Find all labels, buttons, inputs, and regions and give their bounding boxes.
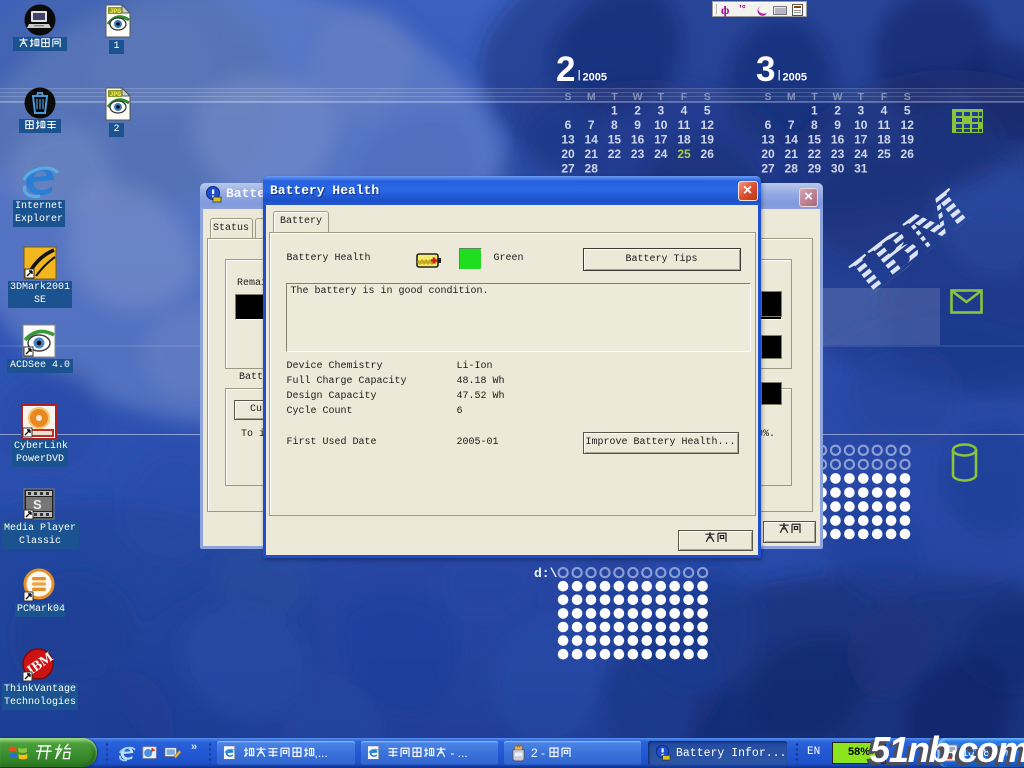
svg-text:S: S: [904, 91, 911, 103]
svg-text:20: 20: [761, 147, 775, 161]
svg-text:27: 27: [561, 162, 575, 176]
svg-text:13: 13: [561, 133, 575, 147]
svg-text:17: 17: [654, 133, 668, 147]
svg-text:6: 6: [765, 118, 772, 132]
svg-text:25: 25: [877, 147, 891, 161]
svg-text:10: 10: [654, 118, 668, 132]
svg-text:T: T: [811, 91, 818, 103]
svg-text:20: 20: [561, 147, 575, 161]
svg-text:24: 24: [654, 147, 668, 161]
svg-text:5: 5: [704, 104, 711, 118]
svg-text:29: 29: [808, 162, 822, 176]
svg-text:21: 21: [585, 147, 599, 161]
svg-text:4: 4: [681, 104, 688, 118]
svg-text:W: W: [633, 91, 643, 103]
svg-text:17: 17: [854, 133, 868, 147]
svg-text:12: 12: [701, 118, 715, 132]
svg-text:T: T: [858, 91, 865, 103]
svg-text:22: 22: [808, 147, 822, 161]
svg-text:F: F: [681, 91, 688, 103]
svg-text:18: 18: [877, 133, 891, 147]
svg-text:30: 30: [831, 162, 845, 176]
svg-text:1: 1: [811, 104, 818, 118]
svg-text:16: 16: [831, 133, 845, 147]
svg-text:11: 11: [678, 118, 691, 132]
svg-text:23: 23: [631, 147, 645, 161]
svg-text:S: S: [764, 91, 771, 103]
svg-text:2: 2: [834, 104, 841, 118]
svg-text:T: T: [658, 91, 665, 103]
svg-text:7: 7: [588, 118, 595, 132]
svg-text:1: 1: [611, 104, 618, 118]
svg-text:31: 31: [854, 162, 868, 176]
svg-text:S: S: [704, 91, 711, 103]
svg-text:4: 4: [881, 104, 888, 118]
svg-text:d:\: d:\: [534, 566, 558, 581]
svg-text:19: 19: [901, 133, 915, 147]
svg-text:10: 10: [854, 118, 868, 132]
svg-text:2: 2: [556, 50, 575, 89]
svg-text:7: 7: [788, 118, 795, 132]
svg-text:3: 3: [756, 50, 775, 89]
svg-text:28: 28: [785, 162, 799, 176]
svg-text:16: 16: [631, 133, 645, 147]
svg-text:15: 15: [808, 133, 822, 147]
svg-text:8: 8: [611, 118, 618, 132]
svg-text:19: 19: [701, 133, 715, 147]
svg-text:8: 8: [811, 118, 818, 132]
svg-text:13: 13: [761, 133, 775, 147]
svg-text:18: 18: [677, 133, 691, 147]
svg-text:JPG: JPG: [110, 91, 122, 98]
svg-text:2005: 2005: [583, 72, 607, 84]
svg-text:21: 21: [785, 147, 799, 161]
svg-text:28: 28: [585, 162, 599, 176]
svg-text:T: T: [611, 91, 618, 103]
svg-text:27: 27: [761, 162, 775, 176]
svg-text:M: M: [587, 91, 596, 103]
svg-text:3: 3: [857, 104, 864, 118]
svg-text:3: 3: [657, 104, 664, 118]
svg-text:14: 14: [785, 133, 799, 147]
svg-text:15: 15: [608, 133, 622, 147]
svg-text:2: 2: [634, 104, 641, 118]
svg-text:14: 14: [585, 133, 599, 147]
svg-text:24: 24: [854, 147, 868, 161]
svg-text:26: 26: [701, 147, 715, 161]
svg-text:23: 23: [831, 147, 845, 161]
svg-text:9: 9: [634, 118, 641, 132]
svg-text:M: M: [787, 91, 796, 103]
svg-text:S: S: [33, 497, 42, 512]
svg-text:W: W: [833, 91, 843, 103]
svg-text:2005: 2005: [783, 72, 807, 84]
svg-text:26: 26: [901, 147, 915, 161]
svg-text:22: 22: [608, 147, 622, 161]
svg-text:25: 25: [677, 147, 691, 161]
svg-text:S: S: [564, 91, 571, 103]
svg-text:F: F: [881, 91, 888, 103]
svg-text:11: 11: [878, 118, 891, 132]
svg-text:5: 5: [904, 104, 911, 118]
svg-text:9: 9: [834, 118, 841, 132]
svg-text:12: 12: [901, 118, 915, 132]
svg-text:6: 6: [565, 118, 572, 132]
svg-text:JPG: JPG: [110, 8, 122, 15]
